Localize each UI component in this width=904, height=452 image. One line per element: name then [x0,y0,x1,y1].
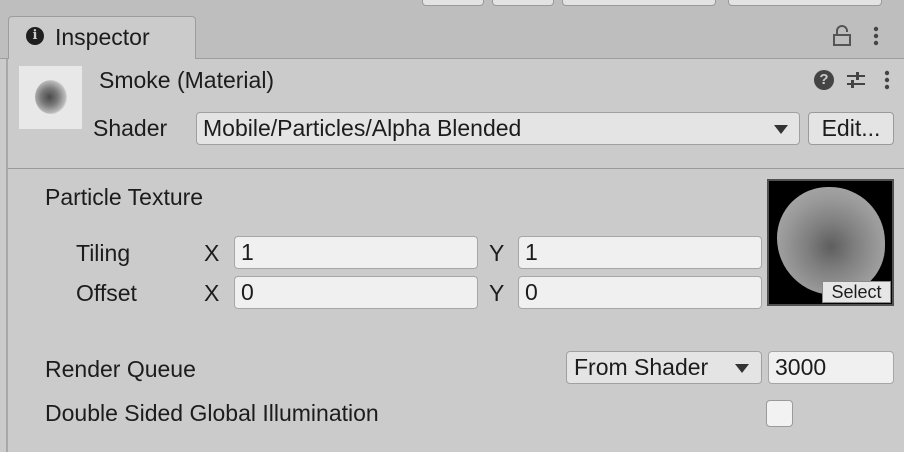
shader-dropdown[interactable]: Mobile/Particles/Alpha Blended [196,112,800,145]
tiling-x-label: X [204,240,220,266]
kebab-menu-icon[interactable] [870,25,882,47]
lock-icon[interactable] [832,25,852,47]
sliders-icon[interactable] [845,69,867,91]
render-queue-mode: From Shader [574,354,709,380]
texture-select-button[interactable]: Select [822,281,891,303]
chevron-down-icon [774,125,788,134]
offset-x-field[interactable]: 0 [234,276,478,309]
toolbar-button[interactable] [728,0,882,6]
offset-y-label: Y [489,280,505,306]
offset-label: Offset [76,280,137,306]
offset-y-field[interactable]: 0 [518,276,762,309]
toolbar-button[interactable] [422,0,484,6]
offset-x-label: X [204,280,220,306]
texture-slot[interactable]: Select [767,179,894,306]
chevron-down-icon [735,364,749,373]
tiling-y-field[interactable]: 1 [518,236,762,269]
render-queue-label: Render Queue [45,356,196,382]
tab-inspector-label: Inspector [55,24,150,50]
edit-shader-button[interactable]: Edit... [808,112,894,145]
texture-preview-image [777,187,885,295]
kebab-menu-icon[interactable] [881,69,893,91]
tiling-label: Tiling [76,240,131,266]
tiling-y-label: Y [489,240,505,266]
double-sided-gi-checkbox[interactable] [766,400,793,427]
divider [8,168,904,169]
help-icon[interactable]: ? [814,70,834,90]
toolbar-button[interactable] [492,0,554,6]
render-queue-value-field[interactable]: 3000 [768,351,894,384]
shader-dropdown-value: Mobile/Particles/Alpha Blended [203,115,522,141]
material-name: Smoke (Material) [99,67,275,93]
panel-edge [6,59,8,452]
shader-label: Shader [93,115,168,141]
double-sided-gi-label: Double Sided Global Illumination [45,400,379,426]
material-preview-thumbnail[interactable] [19,66,82,129]
particle-texture-label: Particle Texture [45,184,204,210]
render-queue-dropdown[interactable]: From Shader [566,351,762,384]
tiling-x-field[interactable]: 1 [234,236,478,269]
info-icon: i [26,27,44,45]
toolbar-button[interactable] [562,0,716,6]
